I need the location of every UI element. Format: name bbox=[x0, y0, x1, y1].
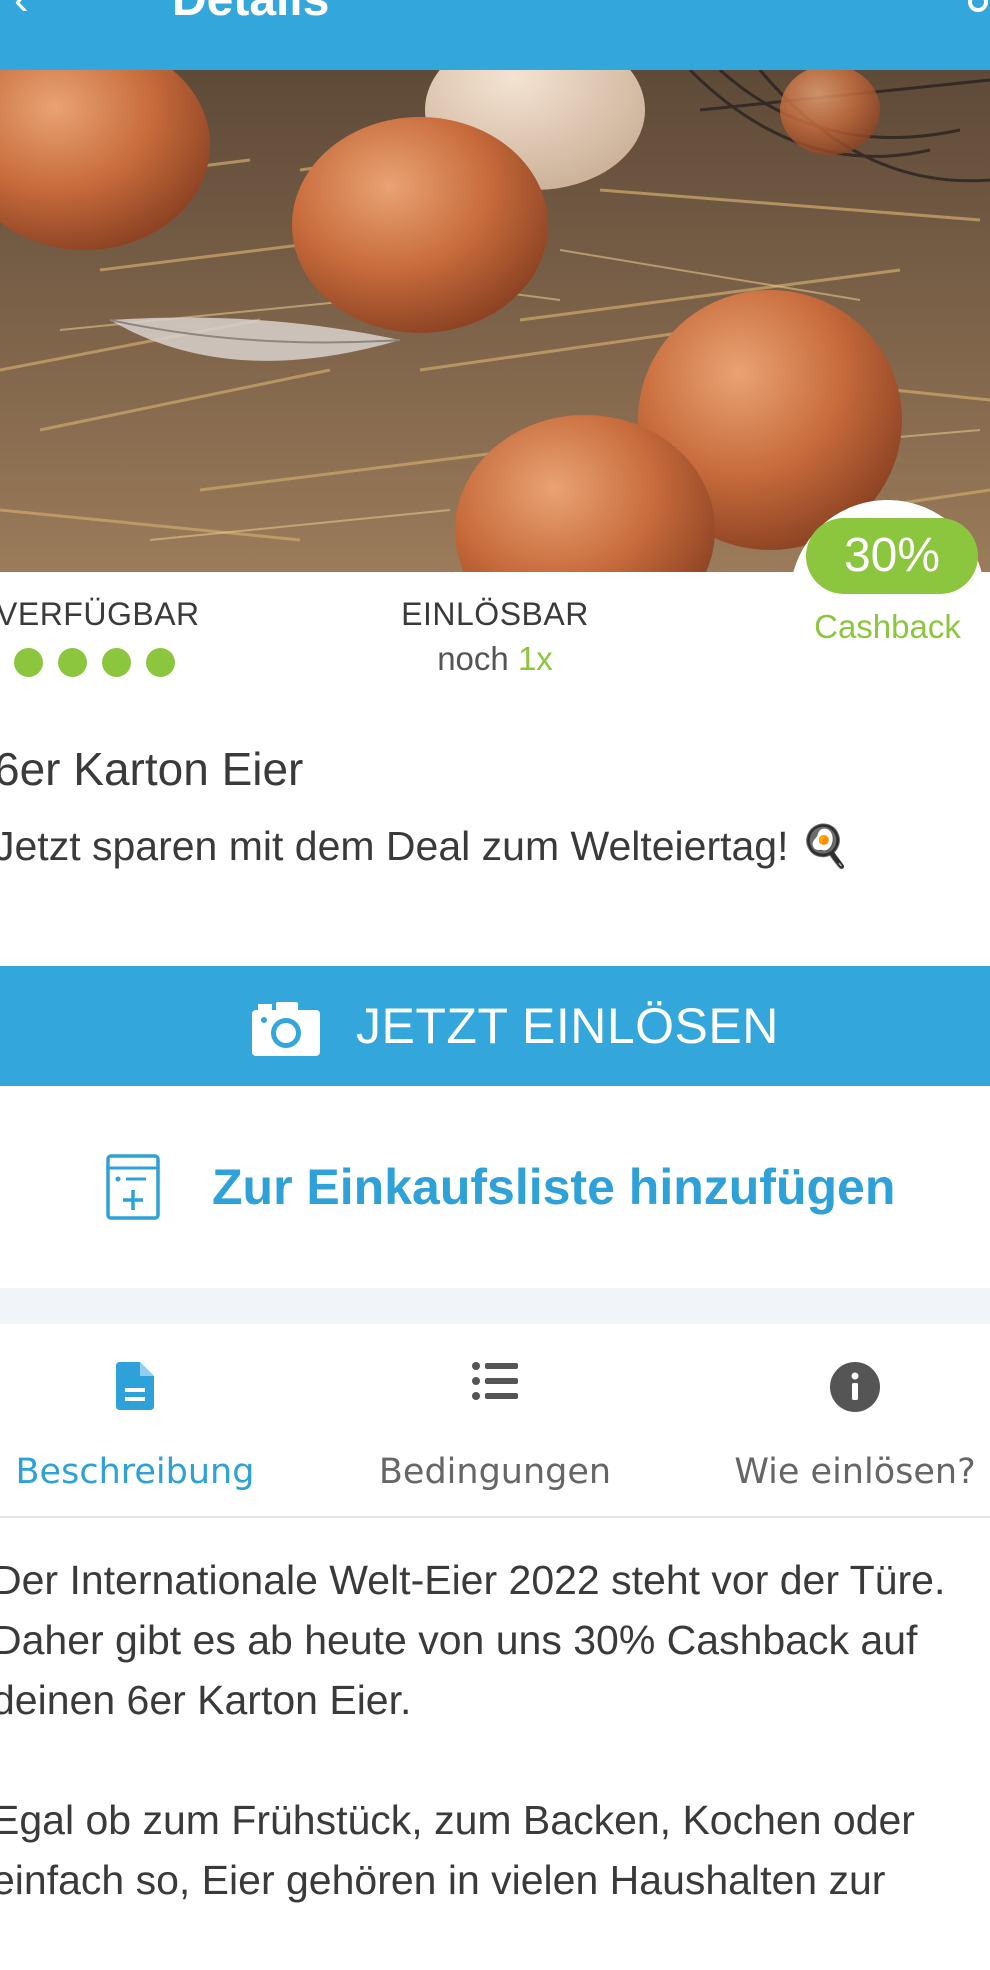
redeemable-count: noch 1x bbox=[360, 640, 630, 678]
camera-icon bbox=[252, 1002, 320, 1056]
tab-wie-einloesen[interactable]: Wie einlösen? bbox=[720, 1324, 990, 1514]
product-title: 6er Karton Eier bbox=[0, 743, 304, 795]
tab-label: Bedingungen bbox=[378, 1452, 612, 1492]
product-subtitle: Jetzt sparen mit dem Deal zum Welteierta… bbox=[0, 823, 851, 869]
tab-beschreibung[interactable]: Beschreibung bbox=[0, 1324, 270, 1514]
redeemable-prefix: noch bbox=[437, 640, 509, 677]
redeem-label: JETZT EINLÖSEN bbox=[356, 998, 779, 1054]
list-icon bbox=[472, 1362, 518, 1400]
tab-bedingungen[interactable]: Bedingungen bbox=[360, 1324, 630, 1514]
tab-label: Wie einlösen? bbox=[734, 1452, 976, 1492]
description-text: Der Internationale Welt-Eier 2022 steht … bbox=[0, 1550, 982, 1970]
availability-dot bbox=[58, 648, 87, 677]
add-to-shopping-list-label: Zur Einkaufsliste hinzufügen bbox=[212, 1159, 896, 1215]
availability-dot bbox=[146, 648, 175, 677]
availability-dot bbox=[102, 648, 131, 677]
cashback-percent: 30% bbox=[806, 518, 978, 594]
app-bar: ‹ Details bbox=[0, 0, 990, 70]
eggs-in-straw-photo bbox=[0, 70, 990, 572]
hero-image bbox=[0, 70, 990, 572]
info-icon bbox=[830, 1362, 880, 1412]
redeemable-label: EINLÖSBAR bbox=[401, 596, 589, 632]
description-paragraph: Egal ob zum Frühstück, zum Backen, Koche… bbox=[0, 1797, 915, 1903]
availability-dots bbox=[14, 648, 190, 682]
tab-label: Beschreibung bbox=[15, 1452, 255, 1492]
section-divider bbox=[0, 1288, 990, 1324]
add-to-list-icon bbox=[106, 1154, 160, 1220]
page-title: Details bbox=[172, 0, 329, 26]
share-icon[interactable] bbox=[966, 0, 990, 14]
add-to-shopping-list-button[interactable]: Zur Einkaufsliste hinzufügen bbox=[0, 1112, 990, 1262]
tabs-divider bbox=[0, 1516, 990, 1518]
availability-label: VERFÜGBAR bbox=[0, 596, 200, 632]
redeemable-times: 1x bbox=[517, 640, 553, 677]
availability-dot bbox=[14, 648, 43, 677]
document-icon bbox=[116, 1362, 154, 1410]
description-paragraph: Der Internationale Welt-Eier 2022 steht … bbox=[0, 1557, 946, 1723]
cashback-label: Cashback bbox=[814, 608, 961, 645]
redeem-button[interactable]: JETZT EINLÖSEN bbox=[0, 966, 990, 1086]
back-arrow-icon[interactable]: ‹ bbox=[14, 0, 29, 22]
